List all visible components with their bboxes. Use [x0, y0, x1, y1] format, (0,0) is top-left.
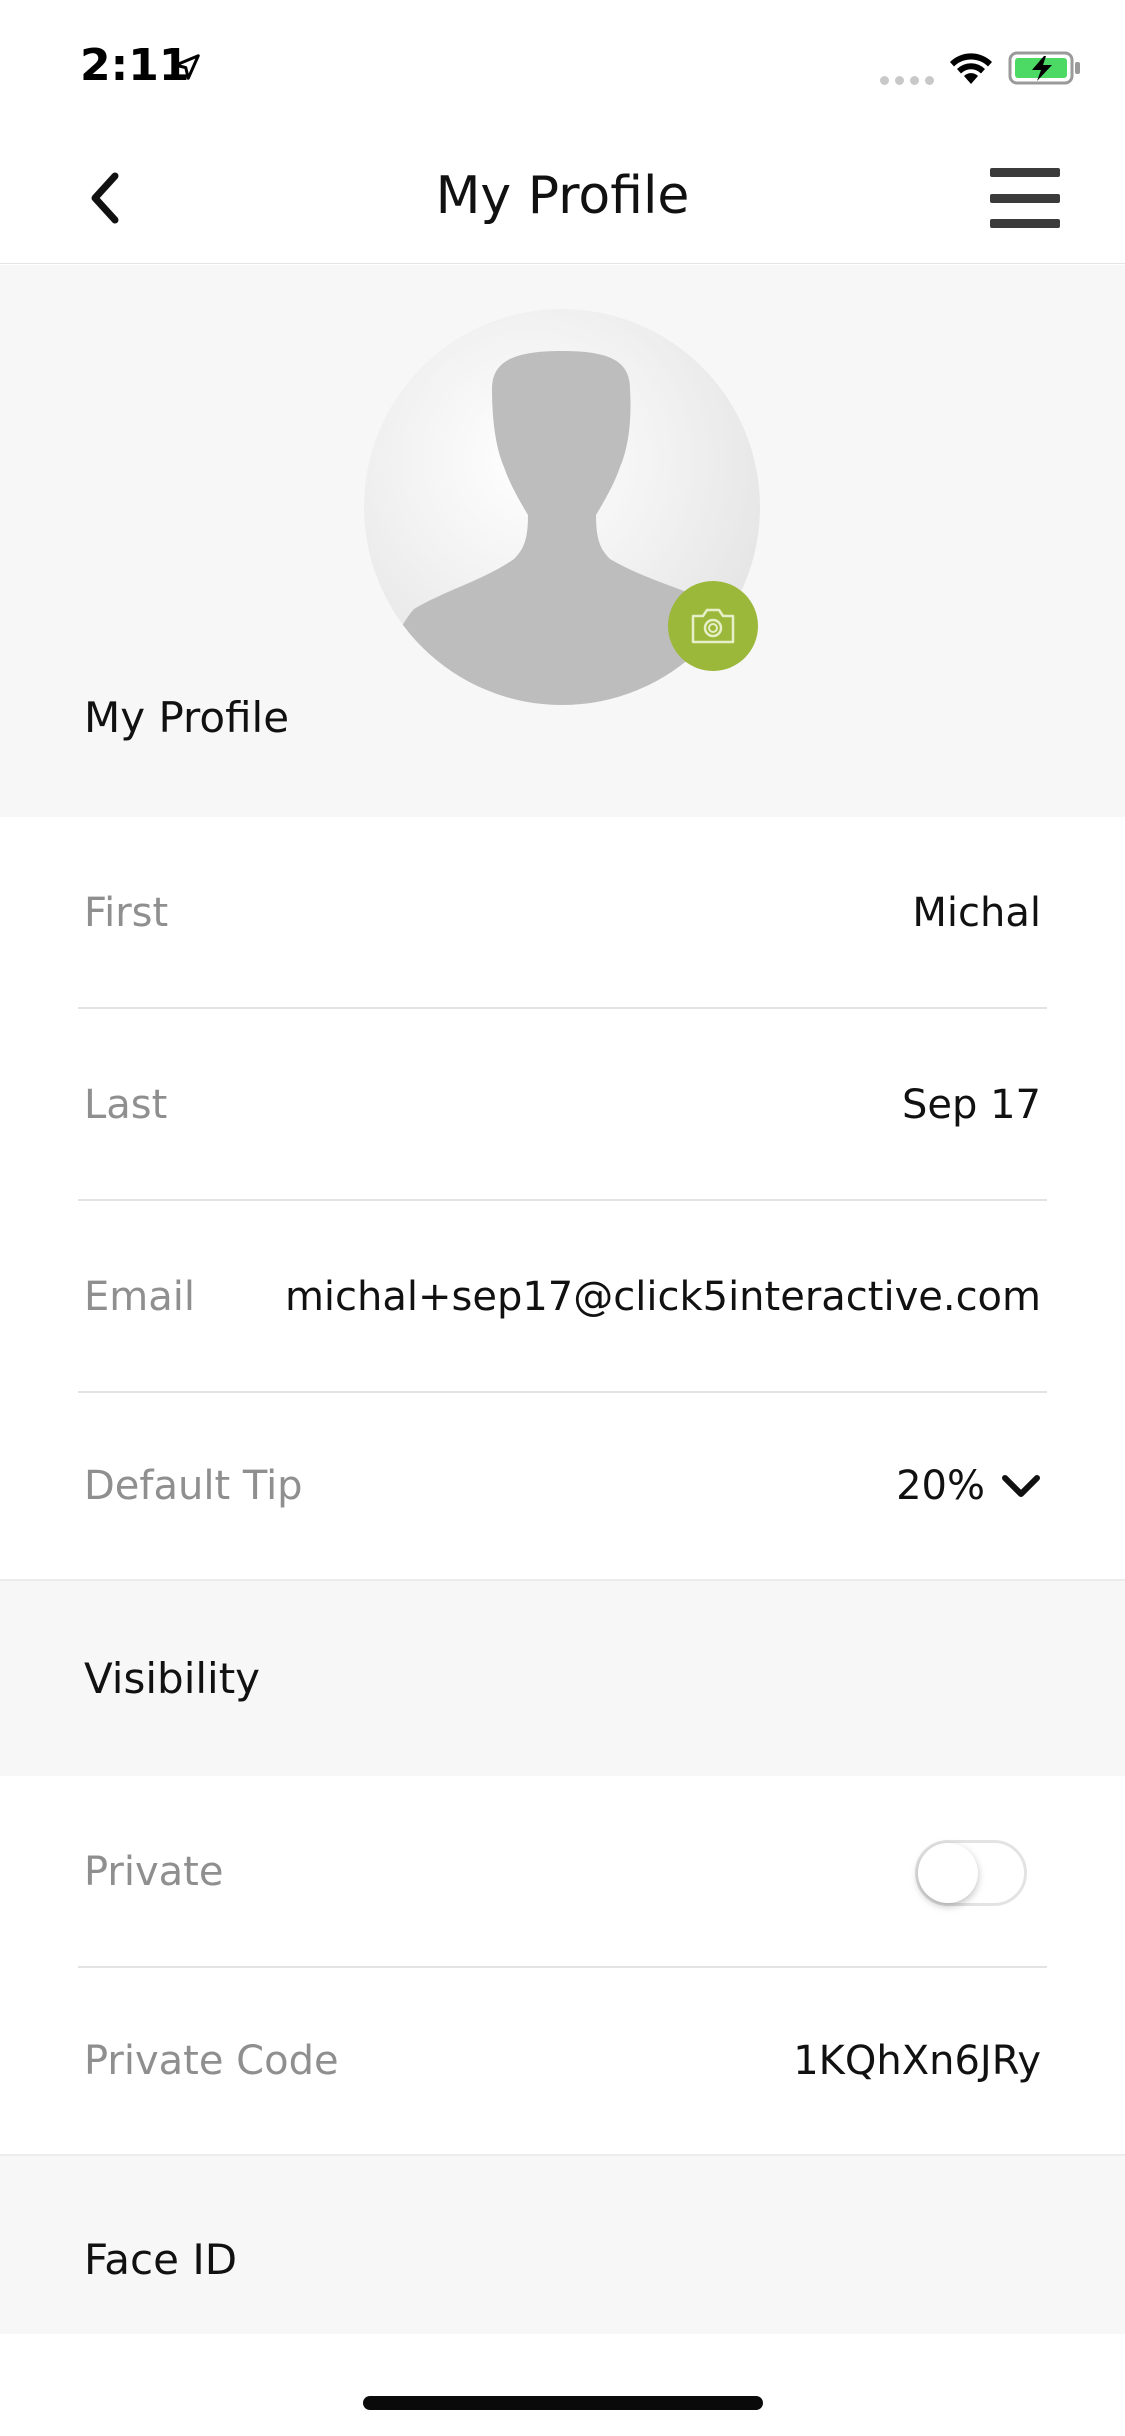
first-name-row[interactable]: First Michal: [0, 817, 1125, 1009]
chevron-down-icon: [1002, 1475, 1040, 1497]
status-bar: 2:11: [0, 0, 1125, 132]
email-label: Email: [84, 1274, 195, 1320]
private-row: Private: [0, 1776, 1125, 1968]
visibility-section-header: Visibility: [0, 1579, 1125, 1776]
change-photo-button[interactable]: [668, 581, 758, 671]
hamburger-menu-icon: [990, 168, 1060, 177]
face-id-section-header: Face ID: [0, 2154, 1125, 2334]
battery-charging-icon: [1008, 51, 1080, 85]
camera-icon: [691, 608, 735, 644]
wifi-icon: [950, 53, 992, 84]
page-title: My Profile: [435, 166, 690, 226]
face-id-heading: Face ID: [84, 2234, 238, 2284]
signal-icon: [880, 76, 934, 85]
visibility-heading: Visibility: [84, 1654, 261, 1703]
private-code-value: 1KQhXn6JRy: [793, 2038, 1041, 2084]
email-row[interactable]: Email michal+sep17@click5interactive.com: [0, 1201, 1125, 1393]
profile-header: My Profile: [0, 265, 1125, 817]
first-name-label: First: [84, 890, 169, 936]
profile-section-heading: My Profile: [84, 693, 290, 742]
menu-button[interactable]: [990, 168, 1060, 228]
private-code-row: Private Code 1KQhXn6JRy: [0, 1968, 1125, 2154]
location-arrow-icon: [174, 54, 200, 80]
default-tip-value: 20%: [896, 1463, 985, 1509]
nav-bar: My Profile: [0, 132, 1125, 264]
default-tip-select[interactable]: 20%: [896, 1393, 1041, 1579]
email-value[interactable]: michal+sep17@click5interactive.com: [285, 1201, 1041, 1393]
toggle-knob: [918, 1843, 978, 1903]
last-name-label: Last: [84, 1082, 168, 1128]
last-name-row[interactable]: Last Sep 17: [0, 1009, 1125, 1201]
default-tip-label: Default Tip: [84, 1463, 303, 1509]
private-code-label: Private Code: [84, 2038, 339, 2084]
private-label: Private: [84, 1849, 224, 1895]
home-indicator[interactable]: [363, 2396, 763, 2410]
private-toggle[interactable]: [915, 1840, 1027, 1906]
default-tip-row[interactable]: Default Tip 20%: [0, 1393, 1125, 1579]
first-name-value[interactable]: Michal: [912, 817, 1041, 1009]
last-name-value[interactable]: Sep 17: [902, 1009, 1041, 1201]
